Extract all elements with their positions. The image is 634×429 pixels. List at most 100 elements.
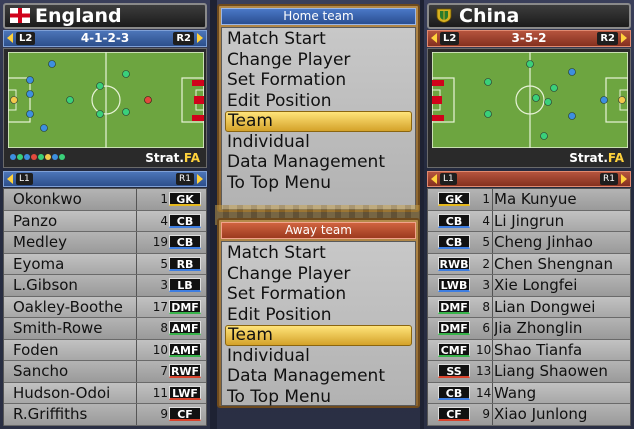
player-number: 3 <box>482 278 490 292</box>
player-number: 9 <box>482 407 490 421</box>
away-menu-list: Match Start Change Player Set Formation … <box>221 241 416 406</box>
position-badge: CF <box>169 407 201 421</box>
roster-row[interactable]: DMF 6 Jia Zhonglin <box>428 318 630 340</box>
away-menu-item-individual[interactable]: Individual <box>225 346 412 367</box>
home-l1-button[interactable]: L1 <box>16 173 33 185</box>
player-marker <box>40 124 48 132</box>
player-marker <box>568 68 576 76</box>
away-formation-pitch[interactable]: Strat.FA <box>427 48 631 168</box>
player-number: 19 <box>152 235 168 249</box>
formation-prev-arrow-icon[interactable] <box>7 33 13 43</box>
player-name: Medley <box>13 233 67 251</box>
away-menu-item-set-formation[interactable]: Set Formation <box>225 284 412 305</box>
roster-row[interactable]: Okonkwo 1 GK <box>4 189 206 211</box>
player-number: 8 <box>482 299 490 314</box>
player-marker <box>96 110 104 118</box>
home-menu-list: Match Start Change Player Set Formation … <box>221 27 416 210</box>
roster-row[interactable]: CB 14 Wang <box>428 382 630 404</box>
away-l1-button[interactable]: L1 <box>440 173 457 185</box>
away-roster: GK 1 Ma Kunyue CB 4 Li Jingrun CB 5 Cheng Jinh… <box>427 188 631 426</box>
away-r2-button[interactable]: R2 <box>597 32 618 45</box>
roster-row[interactable]: CB 4 Li Jingrun <box>428 210 630 232</box>
home-menu-item-match-start[interactable]: Match Start <box>225 29 412 50</box>
home-team-panel: England L2 4-1-2-3 R2 Strat.FA L1 R1 Oko… <box>0 0 210 429</box>
roster-row[interactable]: SS 13 Liang Shaowen <box>428 361 630 383</box>
roster-row[interactable]: Smith-Rowe 8 AMF <box>4 318 206 340</box>
formation-next-arrow-icon[interactable] <box>197 33 203 43</box>
roster-row[interactable]: RWB 2 Chen Shengnan <box>428 253 630 275</box>
position-badge: RWF <box>169 364 201 378</box>
away-r1-button[interactable]: R1 <box>600 173 618 185</box>
away-menu-item-change-player[interactable]: Change Player <box>225 264 412 285</box>
list-prev-arrow-icon[interactable] <box>431 174 437 184</box>
player-number: 5 <box>160 256 168 271</box>
player-name: Shao Tianfa <box>494 340 583 359</box>
position-badge: GK <box>169 192 201 206</box>
roster-row[interactable]: DMF 8 Lian Dongwei <box>428 296 630 318</box>
home-menu-item-edit-position[interactable]: Edit Position <box>225 91 412 112</box>
player-number: 1 <box>482 192 490 206</box>
home-formation-pitch[interactable]: Strat.FA <box>3 48 207 168</box>
home-menu-item-team[interactable]: Team <box>225 111 412 132</box>
home-menu-item-set-formation[interactable]: Set Formation <box>225 70 412 91</box>
away-menu-item-edit-position[interactable]: Edit Position <box>225 305 412 326</box>
player-name: Wang <box>494 383 537 402</box>
player-marker <box>532 94 540 102</box>
list-next-arrow-icon[interactable] <box>621 174 627 184</box>
player-number: 7 <box>160 364 168 378</box>
player-name: Ma Kunyue <box>494 190 577 208</box>
roster-row[interactable]: Panzo 4 CB <box>4 210 206 232</box>
position-badge: CB <box>169 235 201 249</box>
roster-row[interactable]: Hudson-Odoi 11 LWF <box>4 382 206 404</box>
formation-next-arrow-icon[interactable] <box>621 33 627 43</box>
roster-row[interactable]: CMF 10 Shao Tianfa <box>428 339 630 361</box>
away-menu-item-team[interactable]: Team <box>225 325 412 346</box>
home-menu-item-data-management[interactable]: Data Management <box>225 152 412 173</box>
home-r1-button[interactable]: R1 <box>176 173 194 185</box>
roster-row[interactable]: GK 1 Ma Kunyue <box>428 189 630 211</box>
away-pitch-diagram <box>432 52 628 148</box>
roster-row[interactable]: L.Gibson 3 LB <box>4 275 206 297</box>
position-badge: CB <box>438 235 470 249</box>
player-marker <box>544 98 552 106</box>
position-badge: CF <box>438 407 470 421</box>
roster-row[interactable]: CB 5 Cheng Jinhao <box>428 232 630 254</box>
home-menu-title: Home team <box>221 8 416 25</box>
player-name: Panzo <box>13 211 58 230</box>
roster-row[interactable]: CF 9 Xiao Junlong <box>428 404 630 426</box>
player-name: Li Jingrun <box>494 211 565 230</box>
roster-row[interactable]: Foden 10 AMF <box>4 339 206 361</box>
player-name: Xie Longfei <box>494 276 578 294</box>
home-menu-item-top-menu[interactable]: To Top Menu <box>225 173 412 194</box>
roster-row[interactable]: LWB 3 Xie Longfei <box>428 275 630 297</box>
england-flag-icon <box>10 8 30 23</box>
roster-row[interactable]: Medley 19 CB <box>4 232 206 254</box>
strategy-value: FA <box>607 151 624 165</box>
strategy-label: Strat. <box>569 151 608 165</box>
player-number: 13 <box>476 364 492 378</box>
home-r2-button[interactable]: R2 <box>173 32 194 45</box>
roster-row[interactable]: R.Griffiths 9 CF <box>4 404 206 426</box>
home-team-header: England <box>3 3 207 29</box>
player-name: L.Gibson <box>13 276 78 294</box>
roster-row[interactable]: Eyoma 5 RB <box>4 253 206 275</box>
formation-prev-arrow-icon[interactable] <box>431 33 437 43</box>
away-menu-item-data-management[interactable]: Data Management <box>225 366 412 387</box>
away-l2-button[interactable]: L2 <box>440 32 460 45</box>
away-menu-item-match-start[interactable]: Match Start <box>225 243 412 264</box>
roster-row[interactable]: Sancho 7 RWF <box>4 361 206 383</box>
position-badge: LB <box>169 278 201 292</box>
player-name: Chen Shengnan <box>494 254 613 273</box>
roster-row[interactable]: Oakley-Boothe 17 DMF <box>4 296 206 318</box>
player-marker <box>26 90 34 98</box>
list-next-arrow-icon[interactable] <box>197 174 203 184</box>
player-number: 11 <box>152 385 168 400</box>
home-formation-bar: L2 4-1-2-3 R2 <box>3 30 207 47</box>
list-prev-arrow-icon[interactable] <box>7 174 13 184</box>
home-menu-item-individual[interactable]: Individual <box>225 132 412 153</box>
position-badge: RWB <box>438 256 470 271</box>
home-menu-item-change-player[interactable]: Change Player <box>225 50 412 71</box>
away-menu-item-top-menu[interactable]: To Top Menu <box>225 387 412 408</box>
home-l2-button[interactable]: L2 <box>16 32 36 45</box>
player-marker <box>144 96 152 104</box>
